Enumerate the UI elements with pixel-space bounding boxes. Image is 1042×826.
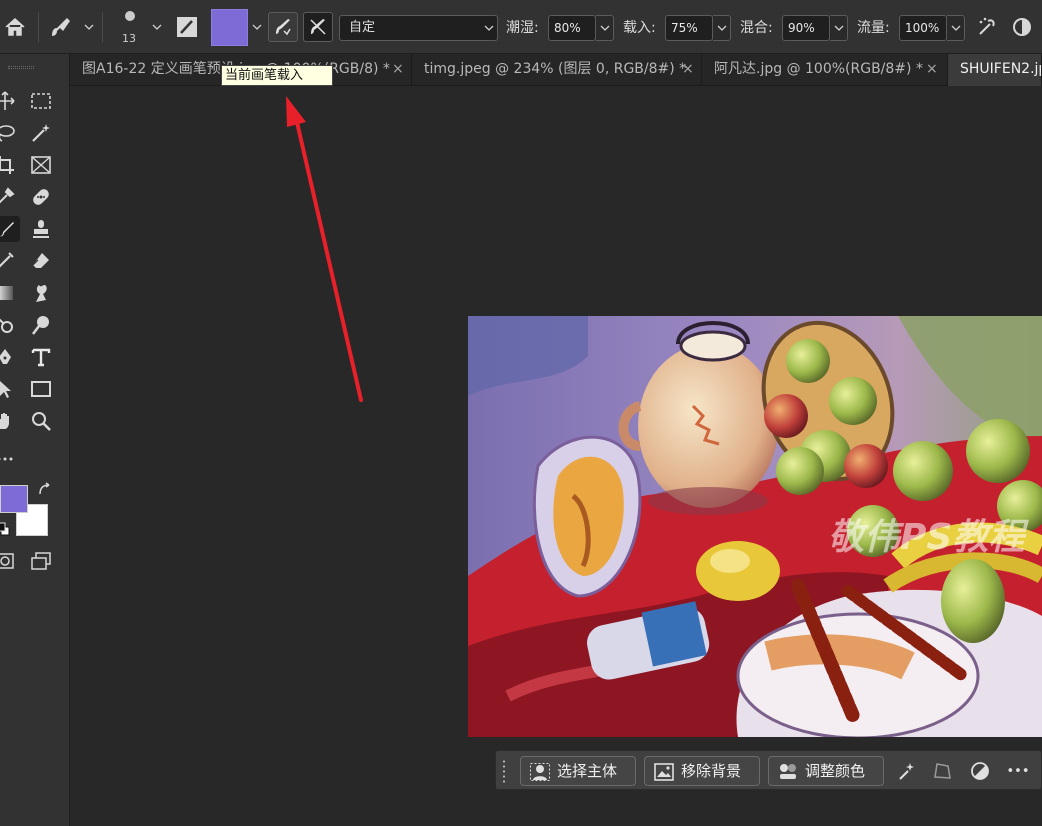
- quick-mask-icon[interactable]: [0, 548, 18, 574]
- chevron-down-icon[interactable]: [250, 18, 264, 36]
- lasso-tool-icon[interactable]: [0, 120, 18, 146]
- tab-document-4[interactable]: SHUIFEN2.jpg: [948, 54, 1042, 86]
- adjust-color-label: 调整颜色: [805, 762, 866, 780]
- history-brush-icon[interactable]: [0, 248, 18, 274]
- clean-brush-after-stroke-button[interactable]: [303, 12, 333, 42]
- load-label: 载入:: [623, 20, 656, 36]
- tools-panel: [0, 54, 70, 826]
- crop-tool-icon[interactable]: [0, 152, 18, 178]
- magic-wand-icon[interactable]: [28, 120, 54, 146]
- home-icon[interactable]: [0, 0, 30, 54]
- separator: [38, 12, 39, 42]
- swap-colors-icon[interactable]: [34, 479, 56, 501]
- more-tools-icon[interactable]: [0, 446, 18, 472]
- eraser-icon[interactable]: [28, 248, 54, 274]
- pressure-opacity-icon[interactable]: [1008, 0, 1036, 54]
- mix-dropdown-button[interactable]: [830, 15, 848, 41]
- tab-document-2[interactable]: timg.jpeg @ 234% (图层 0, RGB/8#) * ×: [412, 54, 702, 86]
- screen-mode-icon[interactable]: [28, 548, 54, 574]
- contextual-task-bar: 选择主体 移除背景 调整颜色 •••: [495, 750, 1042, 790]
- image-icon: [654, 762, 674, 790]
- adjust-color-button[interactable]: 调整颜色: [768, 756, 884, 786]
- select-subject-button[interactable]: 选择主体: [520, 756, 636, 786]
- document-tab-bar: 图A16-22 定义画笔预设.jpg @ 100%(RGB/8) * × tim…: [70, 54, 1042, 86]
- flow-dropdown-button[interactable]: [947, 15, 965, 41]
- close-icon[interactable]: ×: [392, 54, 404, 84]
- rectangle-tool-icon[interactable]: [28, 376, 54, 402]
- document-canvas-image[interactable]: 敬伟PS教程: [468, 316, 1042, 737]
- tab-label: SHUIFEN2.jpg: [960, 61, 1041, 77]
- move-tool-icon[interactable]: [0, 88, 18, 114]
- mix-input[interactable]: 90%: [782, 15, 830, 41]
- load-brush-after-stroke-button[interactable]: [268, 12, 298, 42]
- remove-background-button[interactable]: 移除背景: [644, 756, 760, 786]
- dodge-tool-icon[interactable]: [0, 312, 18, 338]
- chevron-down-icon[interactable]: [82, 18, 96, 36]
- tab-label: 阿凡达.jpg @ 100%(RGB/8#) *: [714, 61, 923, 77]
- default-colors-icon[interactable]: [0, 520, 12, 538]
- mix-label: 混合:: [740, 20, 773, 36]
- transform-selection-icon[interactable]: [930, 759, 954, 783]
- chevron-down-icon[interactable]: [150, 18, 164, 36]
- mixer-brush-tool-icon[interactable]: [46, 0, 76, 54]
- brush-tool-icon[interactable]: [0, 216, 20, 242]
- remove-background-label: 移除背景: [681, 762, 742, 780]
- close-icon[interactable]: ×: [682, 54, 694, 84]
- still-life-painting: 敬伟PS教程: [468, 316, 1042, 737]
- wet-dropdown-button[interactable]: [596, 15, 614, 41]
- current-brush-load-swatch[interactable]: [211, 9, 248, 46]
- adjustment-layer-icon[interactable]: [968, 759, 992, 783]
- flow-input[interactable]: 100%: [899, 15, 947, 41]
- flow-label: 流量:: [857, 20, 890, 36]
- close-icon[interactable]: ×: [926, 54, 938, 84]
- tab-label: timg.jpeg @ 234% (图层 0, RGB/8#) *: [424, 61, 687, 77]
- wet-input[interactable]: 80%: [548, 15, 596, 41]
- mix-preset-select[interactable]: 自定: [339, 15, 498, 41]
- adjust-color-icon: [778, 762, 798, 790]
- brush-settings-panel-icon[interactable]: [172, 0, 202, 54]
- airbrush-icon[interactable]: [972, 0, 1002, 54]
- brush-load-tooltip: 当前画笔载入: [221, 65, 333, 86]
- foreground-color-swatch[interactable]: [0, 485, 28, 513]
- burn-tool-icon[interactable]: [28, 312, 54, 338]
- brush-size-value: 13: [122, 32, 136, 45]
- type-tool-icon[interactable]: [28, 344, 54, 370]
- clone-stamp-icon[interactable]: [28, 216, 54, 242]
- hand-tool-icon[interactable]: [0, 408, 18, 434]
- pen-tool-icon[interactable]: [0, 344, 18, 370]
- path-selection-icon[interactable]: [0, 376, 18, 402]
- tab-document-3[interactable]: 阿凡达.jpg @ 100%(RGB/8#) * ×: [702, 54, 948, 86]
- more-options-icon[interactable]: •••: [1006, 759, 1030, 783]
- select-subject-label: 选择主体: [557, 762, 618, 780]
- healing-brush-icon[interactable]: [28, 184, 54, 210]
- marquee-tool-icon[interactable]: [28, 88, 54, 114]
- watermark-text: 敬伟PS教程: [828, 517, 1029, 558]
- mix-preset-value: 自定: [349, 20, 376, 35]
- gradient-tool-icon[interactable]: [0, 280, 18, 306]
- separator: [102, 12, 103, 42]
- zoom-tool-icon[interactable]: [28, 408, 54, 434]
- smudge-tool-icon[interactable]: [28, 280, 54, 306]
- frame-tool-icon[interactable]: [28, 152, 54, 178]
- load-input[interactable]: 75%: [665, 15, 713, 41]
- select-subject-icon: [530, 762, 550, 790]
- taskbar-grip[interactable]: [501, 759, 507, 783]
- brush-preset-picker-icon[interactable]: [116, 0, 144, 32]
- wet-label: 潮湿:: [506, 20, 539, 36]
- eyedropper-icon[interactable]: [0, 184, 18, 210]
- load-dropdown-button[interactable]: [713, 15, 731, 41]
- options-bar: 13 自定 潮湿: 80% 载入: 75% 混合: 90% 流量: 100%: [0, 0, 1042, 54]
- chevron-down-icon: [484, 20, 494, 45]
- panel-grip[interactable]: [8, 66, 34, 69]
- generative-sparkle-icon[interactable]: [894, 759, 918, 783]
